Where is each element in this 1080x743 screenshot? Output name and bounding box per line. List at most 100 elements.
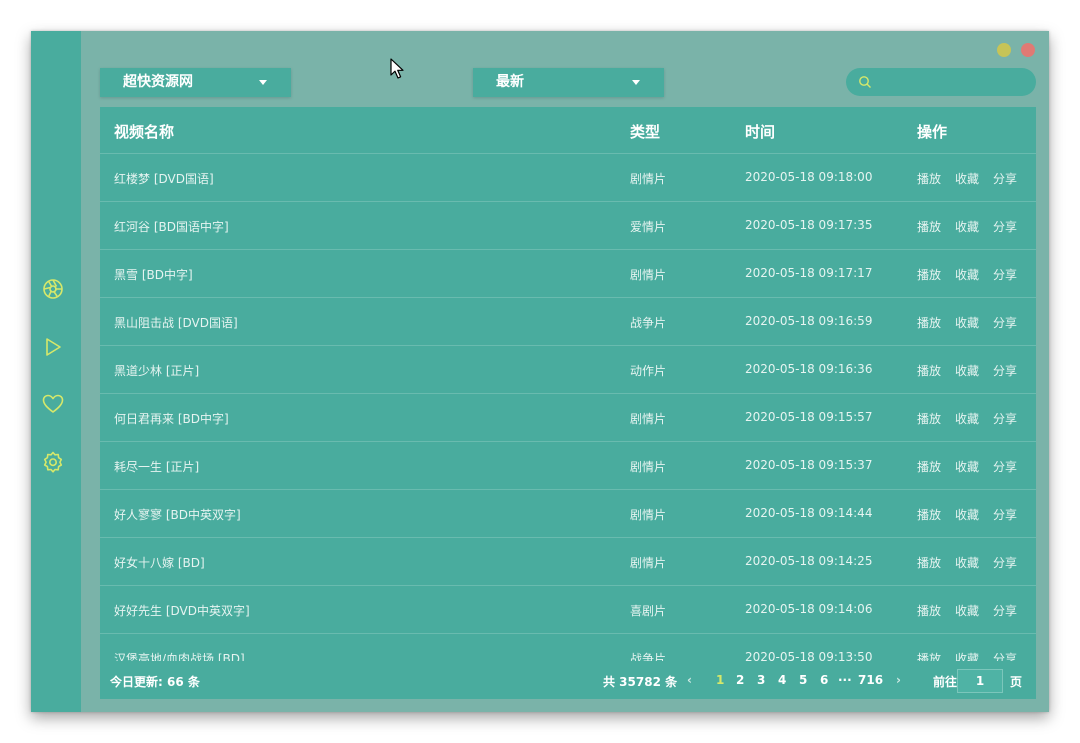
video-type: 剧情片 (630, 412, 667, 426)
share-button[interactable]: 分享 (993, 458, 1017, 475)
aperture-icon[interactable] (41, 277, 65, 301)
play-button[interactable]: 播放 (917, 650, 941, 661)
header-actions: 操作 (917, 123, 948, 141)
video-type: 剧情片 (630, 556, 667, 570)
table-header: 视频名称 类型 时间 操作 (100, 107, 1036, 154)
table-row[interactable]: 好人寥寥 [BD中英双字] 剧情片 2020-05-18 09:14:44 播放 收藏分… (100, 490, 1036, 538)
table-footer: 今日更新: 66 条 共 35782 条 ‹ 1 2 3 4 5 6 ··· 716 › 前往… (100, 661, 1036, 699)
sort-select-value: 最新 (496, 74, 524, 90)
minimize-button[interactable] (997, 43, 1011, 57)
video-name: 耗尽一生 [正片] (114, 460, 200, 474)
favorite-button[interactable]: 收藏 (955, 650, 979, 661)
next-page-button[interactable]: › (896, 673, 901, 687)
prev-page-button[interactable]: ‹ (687, 673, 692, 687)
play-button[interactable]: 播放 (917, 218, 941, 235)
video-type: 爱情片 (630, 220, 667, 234)
play-button[interactable]: 播放 (917, 554, 941, 571)
video-time: 2020-05-18 09:16:59 (745, 314, 873, 328)
video-type: 剧情片 (630, 508, 667, 522)
page-number-1[interactable]: 1 (716, 673, 724, 687)
header-time: 时间 (745, 123, 776, 141)
table-row[interactable]: 耗尽一生 [正片] 剧情片 2020-05-18 09:15:37 播放 收藏 分享 (100, 442, 1036, 490)
favorite-button[interactable]: 收藏 (955, 218, 979, 235)
play-icon[interactable] (41, 335, 65, 359)
video-time: 2020-05-18 09:14:06 (745, 602, 873, 616)
page-suffix: 页 (1010, 675, 1023, 689)
settings-icon[interactable] (41, 450, 65, 474)
play-button[interactable]: 播放 (917, 314, 941, 331)
table-row[interactable]: 好好先生 [DVD中英双字] 喜剧片 2020-05-18 09:14:06 播放 收藏… (100, 586, 1036, 634)
video-name: 好女十八嫁 [BD] (114, 556, 205, 570)
table-row[interactable]: 黑道少林 [正片] 动作片 2020-05-18 09:16:36 播放 收藏 分享 (100, 346, 1036, 394)
favorite-button[interactable]: 收藏 (955, 266, 979, 283)
sidebar (31, 31, 81, 712)
close-button[interactable] (1021, 43, 1035, 57)
goto-label: 前往 (933, 675, 958, 689)
favorite-button[interactable]: 收藏 (955, 170, 979, 187)
share-button[interactable]: 分享 (993, 362, 1017, 379)
table-row[interactable]: 红河谷 [BD国语中字] 爱情片 2020-05-18 09:17:35 播放 收藏 分享 (100, 202, 1036, 250)
video-name: 好好先生 [DVD中英双字] (114, 604, 250, 618)
video-name: 何日君再来 [BD中字] (114, 412, 229, 426)
total-count: 共 35782 条 (603, 675, 678, 689)
page-number-2[interactable]: 2 (736, 673, 744, 687)
page-number-4[interactable]: 4 (778, 673, 786, 687)
share-button[interactable]: 分享 (993, 554, 1017, 571)
play-button[interactable]: 播放 (917, 458, 941, 475)
goto-page-input[interactable]: 1 (957, 669, 1003, 693)
share-button[interactable]: 分享 (993, 506, 1017, 523)
favorite-button[interactable]: 收藏 (955, 410, 979, 427)
play-button[interactable]: 播放 (917, 362, 941, 379)
table-row[interactable]: 汉堡高地/血肉战场 [BD] 战争片 2020-05-18 09:13:50 播放 收藏… (100, 634, 1036, 661)
search-icon (859, 76, 871, 88)
video-table: 视频名称 类型 时间 操作 红楼梦 [DVD国语] 剧情片 2020-05-18 0… (100, 107, 1036, 699)
page-ellipsis[interactable]: ··· (838, 673, 852, 687)
favorite-button[interactable]: 收藏 (955, 314, 979, 331)
favorite-button[interactable]: 收藏 (955, 506, 979, 523)
share-button[interactable]: 分享 (993, 410, 1017, 427)
page-number-5[interactable]: 5 (799, 673, 807, 687)
chevron-down-icon (259, 80, 267, 85)
share-button[interactable]: 分享 (993, 650, 1017, 661)
video-type: 战争片 (630, 316, 667, 330)
video-time: 2020-05-18 09:17:17 (745, 266, 873, 280)
sort-select[interactable]: 最新 (473, 68, 664, 97)
source-select[interactable]: 超快资源网 (100, 68, 291, 97)
play-button[interactable]: 播放 (917, 410, 941, 427)
table-row[interactable]: 好女十八嫁 [BD] 剧情片 2020-05-18 09:14:25 播放 收藏 分享 (100, 538, 1036, 586)
share-button[interactable]: 分享 (993, 170, 1017, 187)
page-number-6[interactable]: 6 (820, 673, 828, 687)
favorite-button[interactable]: 收藏 (955, 554, 979, 571)
favorite-button[interactable]: 收藏 (955, 458, 979, 475)
table-row[interactable]: 红楼梦 [DVD国语] 剧情片 2020-05-18 09:18:00 播放 收藏 分享 (100, 154, 1036, 202)
video-time: 2020-05-18 09:17:35 (745, 218, 873, 232)
video-type: 剧情片 (630, 460, 667, 474)
play-button[interactable]: 播放 (917, 602, 941, 619)
video-type: 剧情片 (630, 268, 667, 282)
play-button[interactable]: 播放 (917, 170, 941, 187)
table-row[interactable]: 黑山阻击战 [DVD国语] 战争片 2020-05-18 09:16:59 播放 收藏分… (100, 298, 1036, 346)
heart-icon[interactable] (41, 392, 65, 416)
play-button[interactable]: 播放 (917, 266, 941, 283)
table-body: 红楼梦 [DVD国语] 剧情片 2020-05-18 09:18:00 播放 收藏 分享红… (100, 154, 1036, 661)
share-button[interactable]: 分享 (993, 266, 1017, 283)
video-time: 2020-05-18 09:13:50 (745, 650, 873, 661)
play-button[interactable]: 播放 (917, 506, 941, 523)
favorite-button[interactable]: 收藏 (955, 362, 979, 379)
table-row[interactable]: 何日君再来 [BD中字] 剧情片 2020-05-18 09:15:57 播放 收藏 分享 (100, 394, 1036, 442)
today-updates: 今日更新: 66 条 (110, 675, 200, 689)
page-number-3[interactable]: 3 (757, 673, 765, 687)
search-box[interactable] (846, 68, 1036, 96)
favorite-button[interactable]: 收藏 (955, 602, 979, 619)
page-number-716[interactable]: 716 (858, 673, 883, 687)
video-name: 红河谷 [BD国语中字] (114, 220, 229, 234)
video-time: 2020-05-18 09:18:00 (745, 170, 873, 184)
share-button[interactable]: 分享 (993, 218, 1017, 235)
video-type: 喜剧片 (630, 604, 667, 618)
video-type: 战争片 (630, 652, 667, 661)
share-button[interactable]: 分享 (993, 602, 1017, 619)
share-button[interactable]: 分享 (993, 314, 1017, 331)
video-name: 黑雪 [BD中字] (114, 268, 193, 282)
search-input[interactable] (878, 72, 1032, 94)
table-row[interactable]: 黑雪 [BD中字] 剧情片 2020-05-18 09:17:17 播放 收藏 分享 (100, 250, 1036, 298)
